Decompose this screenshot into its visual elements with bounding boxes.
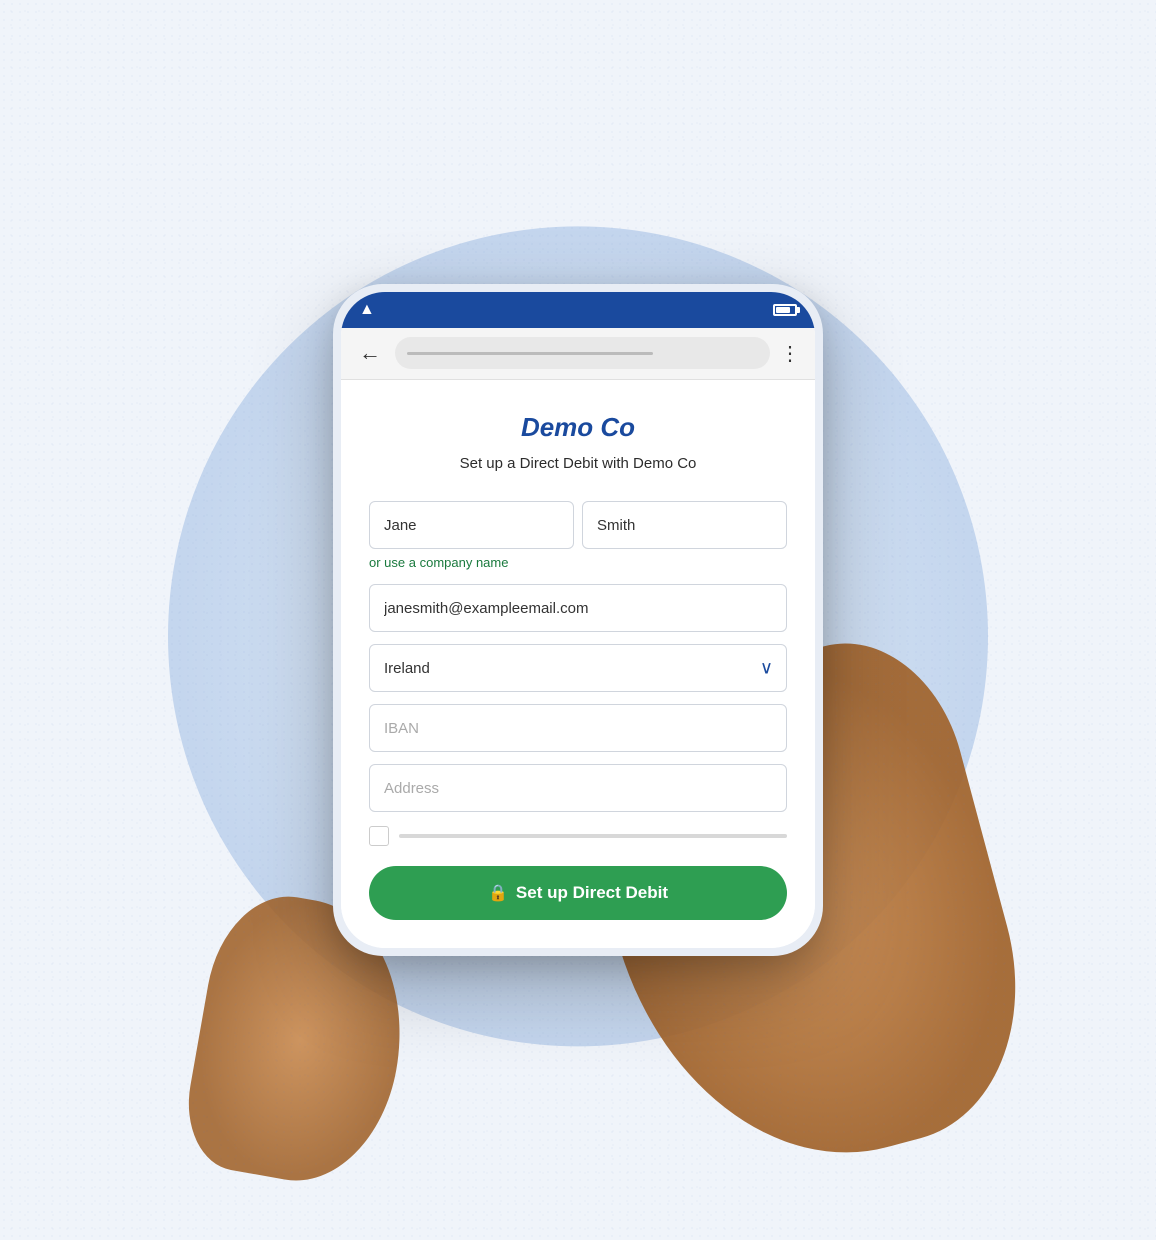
company-name-link[interactable]: or use a company name — [369, 555, 787, 570]
browser-menu-button[interactable]: ⋮ — [780, 341, 801, 366]
phone-mockup: ▲ ← ⋮ Demo Co Set up a Direct Debit with… — [333, 284, 823, 957]
form-subtitle: Set up a Direct Debit with Demo Co — [369, 453, 787, 476]
terms-checkbox-row — [369, 826, 787, 846]
phone-screen: ▲ ← ⋮ Demo Co Set up a Direct Debit with… — [341, 292, 815, 949]
country-select-wrapper: Ireland United Kingdom Germany France ∨ — [369, 644, 787, 692]
url-text-placeholder — [407, 352, 653, 355]
battery-icon — [773, 304, 797, 316]
lock-icon: 🔒 — [488, 883, 508, 903]
form-content: Demo Co Set up a Direct Debit with Demo … — [341, 380, 815, 949]
iban-input[interactable] — [369, 704, 787, 752]
first-name-input[interactable] — [369, 501, 574, 549]
name-row — [369, 501, 787, 549]
address-input[interactable] — [369, 764, 787, 812]
terms-label-placeholder — [399, 834, 787, 838]
country-row: Ireland United Kingdom Germany France ∨ — [369, 644, 787, 692]
address-row — [369, 764, 787, 812]
phone-shell: ▲ ← ⋮ Demo Co Set up a Direct Debit with… — [333, 284, 823, 957]
last-name-input[interactable] — [582, 501, 787, 549]
submit-button[interactable]: 🔒 Set up Direct Debit — [369, 866, 787, 920]
browser-nav-bar: ← ⋮ — [341, 328, 815, 380]
iban-row — [369, 704, 787, 752]
signal-icon: ▲ — [359, 301, 375, 319]
url-bar[interactable] — [395, 337, 770, 369]
email-input[interactable] — [369, 584, 787, 632]
country-select[interactable]: Ireland United Kingdom Germany France — [369, 644, 787, 692]
back-button[interactable]: ← — [355, 336, 385, 370]
submit-label: Set up Direct Debit — [516, 883, 668, 903]
email-row — [369, 584, 787, 632]
company-title: Demo Co — [369, 412, 787, 443]
terms-checkbox[interactable] — [369, 826, 389, 846]
status-bar: ▲ — [341, 292, 815, 328]
